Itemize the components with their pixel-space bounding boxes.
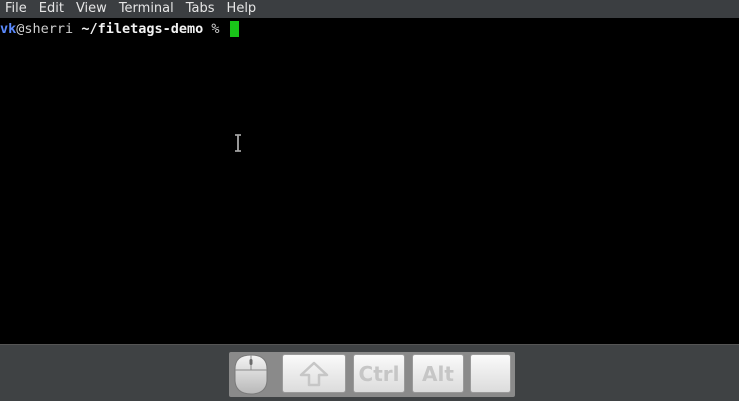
menubar: File Edit View Terminal Tabs Help	[0, 0, 739, 18]
prompt-symbol: %	[211, 21, 220, 37]
mouse-icon	[234, 353, 268, 395]
menu-view[interactable]: View	[71, 2, 111, 16]
prompt-host: sherri	[24, 21, 74, 37]
shell-prompt: vk @ sherri ~/filetags-demo %	[0, 18, 239, 40]
shift-arrow-icon	[299, 361, 329, 386]
alt-key[interactable]: Alt	[412, 354, 464, 393]
menu-tabs[interactable]: Tabs	[181, 2, 219, 16]
ctrl-key[interactable]: Ctrl	[353, 354, 405, 393]
menu-help[interactable]: Help	[222, 2, 261, 16]
onscreen-keyboard-panel: Ctrl Alt	[0, 344, 739, 401]
shift-key[interactable]	[282, 354, 346, 393]
text-cursor	[229, 21, 239, 37]
prompt-user: vk	[0, 21, 17, 37]
prompt-at: @	[16, 21, 25, 37]
text-cursor-icon	[235, 134, 241, 152]
blank-key[interactable]	[470, 354, 511, 393]
modifier-key-strip: Ctrl Alt	[229, 352, 515, 397]
prompt-path: ~/filetags-demo	[81, 21, 204, 37]
menu-terminal[interactable]: Terminal	[114, 2, 178, 16]
menu-edit[interactable]: Edit	[34, 2, 68, 16]
mouse-button[interactable]	[232, 353, 270, 395]
menu-file[interactable]: File	[0, 2, 31, 16]
terminal-window: File Edit View Terminal Tabs Help vk @ she…	[0, 0, 739, 401]
terminal-output[interactable]: vk @ sherri ~/filetags-demo %	[0, 18, 739, 344]
